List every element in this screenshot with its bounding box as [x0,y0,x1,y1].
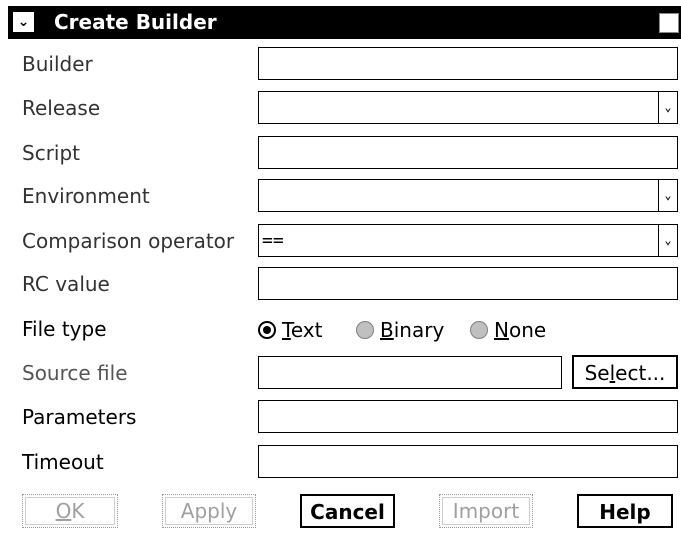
chevron-down-icon: ⌄ [17,14,30,30]
comparison-operator-value: == [262,230,284,251]
ok-button-post: K [71,499,85,523]
system-menu-button[interactable]: ⌄ [12,11,35,33]
maximize-button[interactable] [659,13,679,33]
builder-field[interactable] [258,47,678,80]
radio-unselected-icon [470,321,488,339]
parameters-field[interactable] [258,400,678,433]
source-file-field[interactable] [258,356,562,389]
create-builder-dialog: ⌄ Create Builder Builder Release ⌄ Scrip… [0,0,681,543]
select-button-pre: Se [584,361,610,385]
window-title: Create Builder [54,10,217,34]
radio-binary-accel: B [380,318,394,342]
script-label: Script [22,141,81,165]
timeout-field[interactable] [258,445,678,478]
rc-value-field[interactable] [258,267,678,300]
timeout-label: Timeout [22,450,104,474]
select-button-post: ect... [615,361,666,385]
builder-label: Builder [22,52,93,76]
import-button[interactable]: Import [439,494,533,528]
ok-button-accel: O [55,499,72,523]
release-combo[interactable]: ⌄ [258,91,678,124]
radio-binary-post: inary [393,318,445,342]
comparison-operator-dropdown-button[interactable]: ⌄ [658,225,677,256]
environment-dropdown-button[interactable]: ⌄ [658,180,677,211]
chevron-down-icon: ⌄ [664,233,672,247]
radio-selected-icon [258,321,276,339]
comparison-operator-combo[interactable]: == ⌄ [258,224,678,257]
parameters-label: Parameters [22,405,137,429]
radio-text-accel: T [282,318,291,342]
environment-combo[interactable]: ⌄ [258,179,678,212]
source-file-label: Source file [22,361,128,385]
chevron-down-icon: ⌄ [664,188,672,202]
environment-label: Environment [22,184,150,208]
select-button[interactable]: Select... [572,355,678,389]
release-label: Release [22,96,101,120]
cancel-button[interactable]: Cancel [300,494,395,528]
file-type-label: File type [22,317,107,341]
radio-unselected-icon [356,321,374,339]
title-bar: ⌄ Create Builder [8,6,681,39]
radio-text-post: ext [290,318,323,342]
ok-button[interactable]: OK [22,494,118,528]
radio-none-post: one [508,318,547,342]
chevron-down-icon: ⌄ [664,100,672,114]
rc-value-label: RC value [22,272,110,296]
release-dropdown-button[interactable]: ⌄ [658,92,677,123]
script-field[interactable] [258,136,678,169]
help-button[interactable]: Help [577,494,673,528]
apply-button[interactable]: Apply [162,494,256,528]
comparison-operator-label: Comparison operator [22,229,235,253]
radio-none-accel: N [494,318,509,342]
